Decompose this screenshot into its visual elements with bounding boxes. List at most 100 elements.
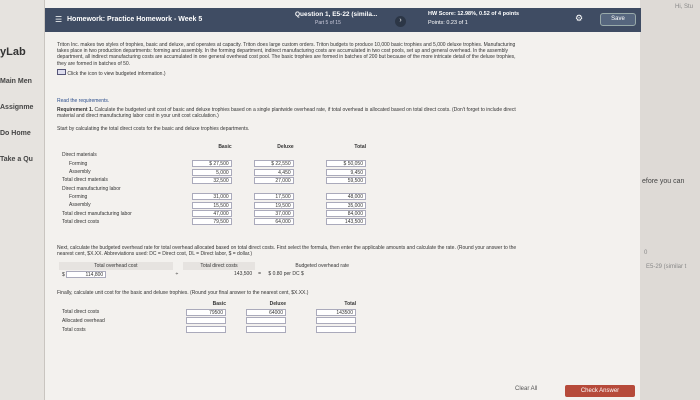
col-header-total: Total [344,301,356,308]
row-label: Total costs [62,327,86,334]
next-question-icon[interactable]: › [395,16,406,27]
deluxe-input[interactable]: $ 22,550 [253,160,294,168]
basic-input[interactable]: $ 27,500 [191,160,232,168]
sidebar-item-take-quiz[interactable]: Take a Qu [0,156,33,163]
budget-info-text[interactable]: Click the icon to view budgeted informat… [67,71,165,77]
table-row: Allocated overhead [59,316,359,326]
sidebar-item-do-homework[interactable]: Do Home [0,130,31,137]
row-label: Total direct costs [62,218,100,225]
total-input[interactable] [316,316,356,324]
header-bar: ☰ Homework: Practice Homework - Week 5 Q… [45,8,641,32]
row-label: Assembly [69,202,91,209]
problem-line: they are formed in batches of 50. [57,60,131,67]
requirement-text: material and direct manufacturing labor … [57,113,219,120]
basic-input[interactable] [186,325,226,333]
menu-icon[interactable]: ☰ [55,15,62,24]
table-row: Total direct costs 79500 64000 143500 [59,308,359,316]
col-header-deluxe: Deluxe [269,301,286,308]
total-input[interactable]: 9,450 [326,168,366,176]
table-row: Forming $ 27,500 $ 22,550 $ 50,050 [59,160,369,168]
formula-cell[interactable]: Total overhead cost [59,262,173,271]
row-label: Forming [69,160,88,167]
row-label: Total direct manufacturing labor [62,210,132,217]
direct-costs-table: Basic Deluxe Total Direct materials Form… [59,143,369,226]
basic-input[interactable]: 32,500 [191,176,232,184]
row-label: Total direct materials [62,177,108,184]
basic-input[interactable] [186,316,226,324]
clear-all-button[interactable]: Clear All [515,386,537,392]
gear-icon[interactable]: ⚙ [575,13,583,24]
deluxe-input[interactable]: 19,500 [253,201,294,209]
requirements-section: Read the requirements. Requirement 1. Ca… [57,98,617,132]
table-row: Assembly 15,500 19,500 35,000 [59,201,369,209]
deluxe-input[interactable] [246,316,286,324]
deluxe-input[interactable]: 4,450 [253,168,294,176]
save-button[interactable]: Save [600,13,636,26]
read-requirements-link[interactable]: Read the requirements. [57,98,617,104]
background-page: yLab Main Men Assignme Do Home Take a Qu [0,0,44,400]
background-note: efore you can [642,178,685,185]
col-header-basic: Basic [218,144,232,151]
row-label: Allocated overhead [62,318,105,325]
total-input[interactable]: 143,500 [326,218,366,226]
footer-bar: Clear All Check Answer [45,384,641,400]
deluxe-input[interactable] [246,325,286,333]
budget-info-link[interactable]: Click the icon to view budgeted informat… [57,68,617,77]
total-input[interactable]: 35,000 [326,201,366,209]
requirement-text: Calculate the budgeted unit cost of basi… [94,107,516,114]
homework-modal: ☰ Homework: Practice Homework - Week 5 Q… [44,0,641,400]
deluxe-input[interactable]: 17,500 [253,193,294,201]
table-row: Direct materials [59,151,369,159]
unit-cost-instruction: Finally, calculate unit cost for the bas… [57,290,309,296]
total-input[interactable] [316,325,356,333]
deluxe-input[interactable]: 64000 [246,308,286,316]
basic-input[interactable]: 79,500 [191,218,232,226]
sidebar-item-main-menu[interactable]: Main Men [0,78,32,85]
unit-cost-table: Basic Deluxe Total Total direct costs 795… [59,300,359,335]
sidebar-item-assignments[interactable]: Assignme [0,104,33,111]
background-right: Hi, Stu efore you can E5-29 (similar t 0 [640,0,700,400]
brand-logo: yLab [0,46,26,58]
total-input[interactable]: 143500 [316,308,356,316]
total-input[interactable]: $ 50,050 [326,160,366,168]
basic-input[interactable]: 79500 [186,308,226,316]
instruction-line: nearest cent, $X.XX. Abbreviations used:… [57,251,253,258]
user-greeting: Hi, Stu [675,4,694,10]
deluxe-input[interactable]: 27,000 [253,176,294,184]
overhead-cost-input[interactable]: 114,800 [66,270,107,278]
deluxe-input[interactable]: 37,000 [253,210,294,218]
table-row: Forming 31,000 17,500 48,000 [59,193,369,201]
table-row: Direct manufacturing labor [59,184,369,192]
table-row: Total direct materials 32,500 27,000 59,500 [59,176,369,184]
total-input[interactable]: 48,000 [326,193,366,201]
table-row: Total direct costs 79,500 64,000 143,500 [59,218,369,226]
currency-sign: $ [62,271,65,278]
total-input[interactable]: 84,000 [326,210,366,218]
total-input[interactable]: 59,500 [326,176,366,184]
basic-input[interactable]: 15,500 [191,201,232,209]
overhead-rate-value: $ 0.80 per DC $ [268,271,304,278]
direct-costs-value: 143,500 [234,271,253,278]
deluxe-input[interactable]: 64,000 [253,218,294,226]
background-link[interactable]: E5-29 (similar t [646,264,686,270]
page-title: Homework: Practice Homework - Week 5 [67,16,203,23]
table-icon[interactable] [57,68,66,75]
row-label: Assembly [69,169,91,176]
row-label: Forming [69,193,88,200]
basic-input[interactable]: 31,000 [191,193,232,201]
check-answer-button[interactable]: Check Answer [565,385,635,397]
question-part: Part 5 of 15 [315,20,341,26]
table-row: Total direct manufacturing labor 47,000 37… [59,209,369,218]
background-value: 0 [644,250,648,256]
formula-cell[interactable]: Total direct costs [182,262,256,271]
requirement-label: Requirement 1. [57,107,94,114]
instruction-text: Start by calculating the total direct co… [57,125,250,132]
basic-input[interactable]: 47,000 [191,210,232,218]
formula-cell: Budgeted overhead rate [295,263,350,270]
table-row: Total costs [59,325,359,335]
basic-input[interactable]: 5,000 [191,168,232,176]
problem-statement: Triton Inc. makes two styles of trophies… [57,42,617,77]
row-label: Direct materials [62,152,97,159]
table-row: Assembly 5,000 4,450 9,450 [59,168,369,176]
overhead-instruction: Next, calculate the budgeted overhead ra… [57,245,617,257]
